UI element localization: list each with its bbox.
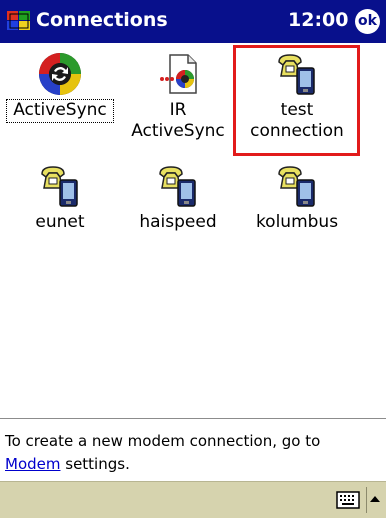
modem-connection-icon [159,166,196,207]
info-text: To create a new modem connection, go to … [5,430,375,476]
info-text-after: settings. [60,455,130,473]
info-text-before: To create a new modem connection, go to [5,432,321,450]
connection-label: kolumbus [255,212,339,232]
connection-ir-activesync[interactable]: IR ActiveSync [118,52,238,142]
ir-activesync-icon [160,54,197,94]
connection-eunet[interactable]: eunet [0,164,120,233]
clock[interactable]: 12:00 [288,9,348,31]
input-panel-toggle[interactable] [366,487,383,513]
modem-connection-icon [278,166,315,207]
connection-label-line2: connection [250,121,344,141]
connection-label-line1: test [280,100,314,120]
focus-rectangle [6,99,114,123]
connection-kolumbus[interactable]: kolumbus [237,164,357,233]
activesync-icon [39,53,81,95]
modem-connection-icon [278,54,315,95]
connection-activesync[interactable]: ActiveSync [0,52,120,123]
connection-test-connection[interactable]: test connection [237,52,357,142]
keyboard-icon[interactable] [336,491,360,509]
connection-haispeed[interactable]: haispeed [118,164,238,233]
modem-connection-icon [41,166,78,207]
modem-settings-link[interactable]: Modem [5,455,60,473]
menu-bar [0,481,386,518]
connection-label-line1: IR [169,100,187,120]
connection-label-line2: ActiveSync [131,121,225,141]
windows-start-icon[interactable] [6,9,32,33]
window-title[interactable]: Connections [36,9,168,31]
up-arrow-icon [370,496,380,502]
connection-label: eunet [35,212,85,232]
info-panel: To create a new modem connection, go to … [0,418,386,481]
ok-button[interactable]: ok [355,9,380,34]
title-bar: Connections 12:00 ok [0,0,386,43]
connection-label: haispeed [139,212,217,232]
